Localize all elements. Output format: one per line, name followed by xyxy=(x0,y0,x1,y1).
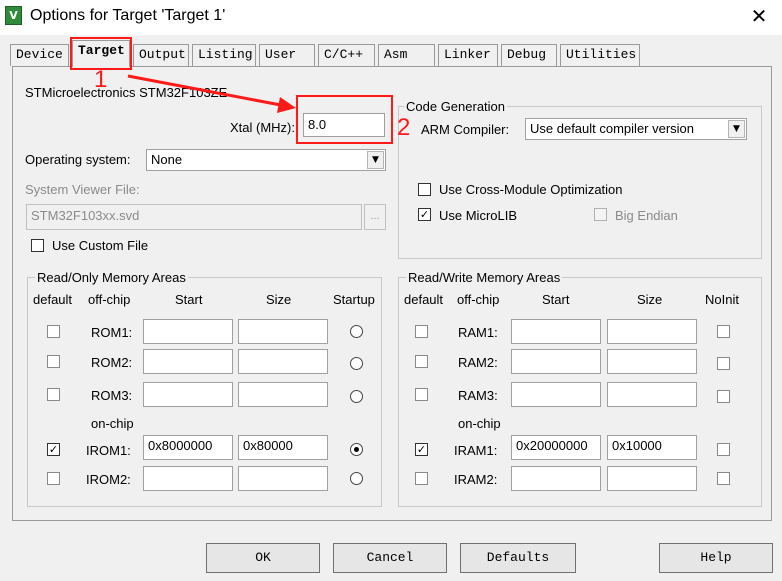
tab-target[interactable]: Target xyxy=(72,40,130,67)
annotation-arrow-icon xyxy=(127,74,296,113)
